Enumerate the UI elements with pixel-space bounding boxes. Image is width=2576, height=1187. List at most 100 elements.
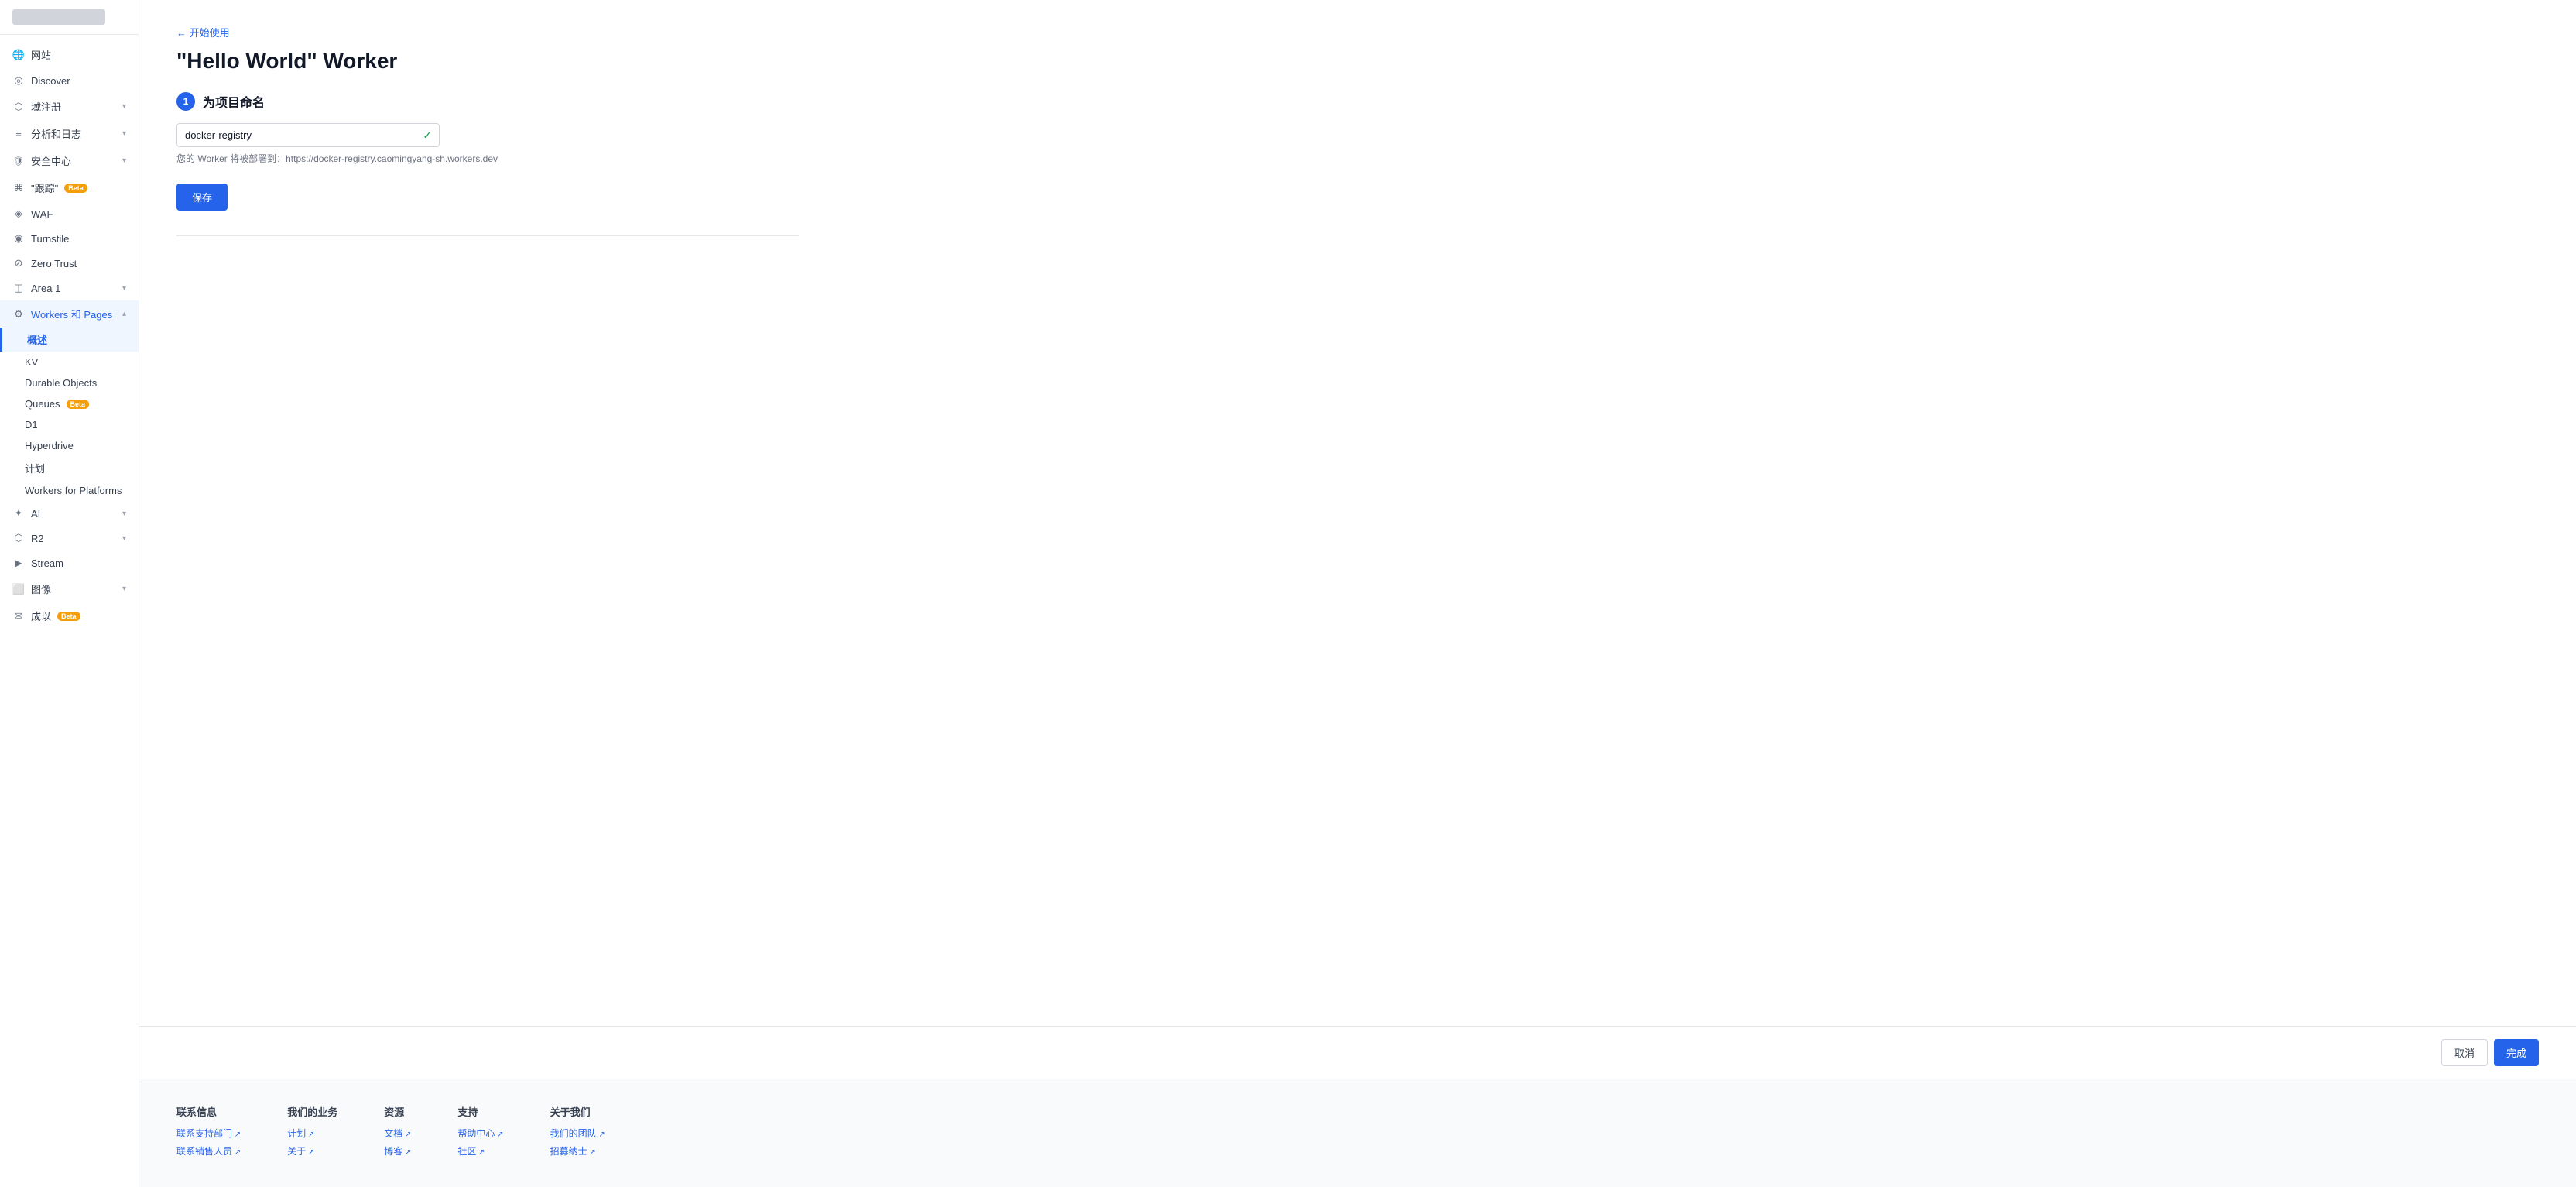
cancel-button[interactable]: 取消 — [2441, 1039, 2488, 1066]
sidebar-logo — [0, 0, 139, 35]
sidebar-item-website[interactable]: 网站 — [0, 41, 139, 68]
sub-item-label: D1 — [25, 419, 38, 431]
sidebar-item-security[interactable]: 安全中心 ▾ — [0, 147, 139, 174]
stream-icon — [12, 557, 25, 569]
back-link[interactable]: ← 开始使用 — [176, 25, 230, 39]
sidebar: 网站 Discover 域注册 ▾ 分析和日志 ▾ 安全中心 ▾ "跟踪" Be… — [0, 0, 139, 1187]
main-body: ← 开始使用 "Hello World" Worker 1 为项目命名 ✓ 您的… — [139, 0, 836, 1026]
footer-link[interactable]: 关于 — [287, 1144, 337, 1158]
zerotrust-icon — [12, 257, 25, 269]
chevron-down-icon: ▾ — [122, 534, 126, 543]
sidebar-item-stream[interactable]: Stream — [0, 551, 139, 575]
chevron-down-icon: ▾ — [122, 284, 126, 293]
sidebar-item-zerotrust[interactable]: Zero Trust — [0, 251, 139, 276]
footer-col-resources: 资源 文档 博客 — [384, 1104, 411, 1162]
sidebar-item-analytics[interactable]: 分析和日志 ▾ — [0, 120, 139, 147]
beta-badge: Beta — [64, 184, 87, 193]
chevron-up-icon: ▴ — [122, 310, 126, 318]
sub-item-label: 计划 — [25, 461, 45, 475]
sidebar-item-discover[interactable]: Discover — [0, 68, 139, 93]
check-icon: ✓ — [423, 129, 432, 142]
project-name-input[interactable] — [176, 123, 440, 147]
sub-item-label: 概述 — [27, 332, 47, 347]
sidebar-item-label: 成以 — [31, 609, 51, 623]
footer-link[interactable]: 帮助中心 — [457, 1127, 503, 1140]
sidebar-subitem-plan[interactable]: 计划 — [0, 456, 139, 480]
area-icon — [12, 282, 25, 294]
trace-icon — [12, 182, 25, 194]
sidebar-item-r2[interactable]: R2 ▾ — [0, 526, 139, 551]
sidebar-subitem-overview[interactable]: 概述 — [0, 328, 139, 352]
beta-badge: Beta — [57, 612, 80, 621]
sidebar-item-label: Workers 和 Pages — [31, 307, 112, 321]
sidebar-item-images[interactable]: 图像 ▾ — [0, 575, 139, 602]
sidebar-item-label: Turnstile — [31, 233, 69, 245]
sidebar-item-label: 域注册 — [31, 99, 61, 114]
footer-link[interactable]: 博客 — [384, 1144, 411, 1158]
sidebar-item-label: 安全中心 — [31, 153, 71, 168]
sidebar-item-label: Zero Trust — [31, 258, 77, 269]
project-name-input-group: ✓ 您的 Worker 将被部署到：https://docker-registr… — [176, 123, 799, 165]
footer-link[interactable]: 社区 — [457, 1144, 503, 1158]
complete-button[interactable]: 完成 — [2494, 1039, 2539, 1066]
step-1-section: 1 为项目命名 ✓ 您的 Worker 将被部署到：https://docker… — [176, 92, 799, 211]
footer-col-title: 关于我们 — [550, 1104, 605, 1119]
sidebar-item-ai[interactable]: AI ▾ — [0, 501, 139, 526]
footer-col-contact: 联系信息 联系支持部门 联系销售人员 — [176, 1104, 241, 1162]
bottom-actions: 取消 完成 — [139, 1026, 2576, 1079]
sidebar-item-waf[interactable]: WAF — [0, 201, 139, 226]
sidebar-item-label: Discover — [31, 75, 70, 87]
sub-item-label: Hyperdrive — [25, 440, 74, 451]
sidebar-item-label: 网站 — [31, 47, 51, 62]
chevron-down-icon: ▾ — [122, 129, 126, 138]
images-icon — [12, 583, 25, 595]
sidebar-item-label: "跟踪" — [31, 180, 58, 195]
sidebar-item-label: 图像 — [31, 581, 51, 596]
security-icon — [12, 155, 25, 167]
r2-icon — [12, 532, 25, 544]
sidebar-item-trace[interactable]: "跟踪" Beta — [0, 174, 139, 201]
sidebar-subitem-queues[interactable]: Queues Beta — [0, 393, 139, 414]
sidebar-item-domain[interactable]: 域注册 ▾ — [0, 93, 139, 120]
sidebar-item-turnstile[interactable]: Turnstile — [0, 226, 139, 251]
workers-icon — [12, 308, 25, 321]
footer-link[interactable]: 联系销售人员 — [176, 1144, 241, 1158]
main-content: ← 开始使用 "Hello World" Worker 1 为项目命名 ✓ 您的… — [139, 0, 2576, 1187]
footer-link[interactable]: 计划 — [287, 1127, 337, 1140]
sidebar-subitem-d1[interactable]: D1 — [0, 414, 139, 435]
footer: 联系信息 联系支持部门 联系销售人员 我们的业务 计划 关于 资源 文档 博客 … — [139, 1079, 2576, 1187]
sidebar-subitem-durable-objects[interactable]: Durable Objects — [0, 372, 139, 393]
footer-link[interactable]: 文档 — [384, 1127, 411, 1140]
globe-icon — [12, 49, 25, 61]
sidebar-item-area1[interactable]: Area 1 ▾ — [0, 276, 139, 300]
footer-col-title: 联系信息 — [176, 1104, 241, 1119]
sidebar-item-label: Area 1 — [31, 283, 60, 294]
chevron-down-icon: ▾ — [122, 156, 126, 165]
step-title: 为项目命名 — [203, 92, 265, 111]
domain-icon — [12, 101, 25, 113]
turnstile-icon — [12, 232, 25, 245]
sidebar-item-label: WAF — [31, 208, 53, 220]
footer-link[interactable]: 联系支持部门 — [176, 1127, 241, 1140]
sidebar-item-label: R2 — [31, 533, 44, 544]
sidebar-item-label: 分析和日志 — [31, 126, 81, 141]
footer-col-title: 支持 — [457, 1104, 503, 1119]
sub-item-label: KV — [25, 356, 38, 368]
save-button[interactable]: 保存 — [176, 184, 228, 211]
footer-link[interactable]: 我们的团队 — [550, 1127, 605, 1140]
chevron-down-icon: ▾ — [122, 585, 126, 593]
divider — [176, 235, 799, 236]
sidebar-subitem-hyperdrive[interactable]: Hyperdrive — [0, 435, 139, 456]
footer-col-business: 我们的业务 计划 关于 — [287, 1104, 337, 1162]
beta-badge: Beta — [67, 400, 90, 409]
sidebar-item-email[interactable]: 成以 Beta — [0, 602, 139, 630]
sidebar-item-workers[interactable]: Workers 和 Pages ▴ — [0, 300, 139, 328]
sidebar-subitem-kv[interactable]: KV — [0, 352, 139, 372]
footer-link[interactable]: 招募纳士 — [550, 1144, 605, 1158]
sub-item-label: Workers for Platforms — [25, 485, 122, 496]
step-1-header: 1 为项目命名 — [176, 92, 799, 111]
sidebar-nav: 网站 Discover 域注册 ▾ 分析和日志 ▾ 安全中心 ▾ "跟踪" Be… — [0, 35, 139, 1187]
sidebar-subitem-workers-platforms[interactable]: Workers for Platforms — [0, 480, 139, 501]
footer-col-about: 关于我们 我们的团队 招募纳士 — [550, 1104, 605, 1162]
ai-icon — [12, 507, 25, 520]
